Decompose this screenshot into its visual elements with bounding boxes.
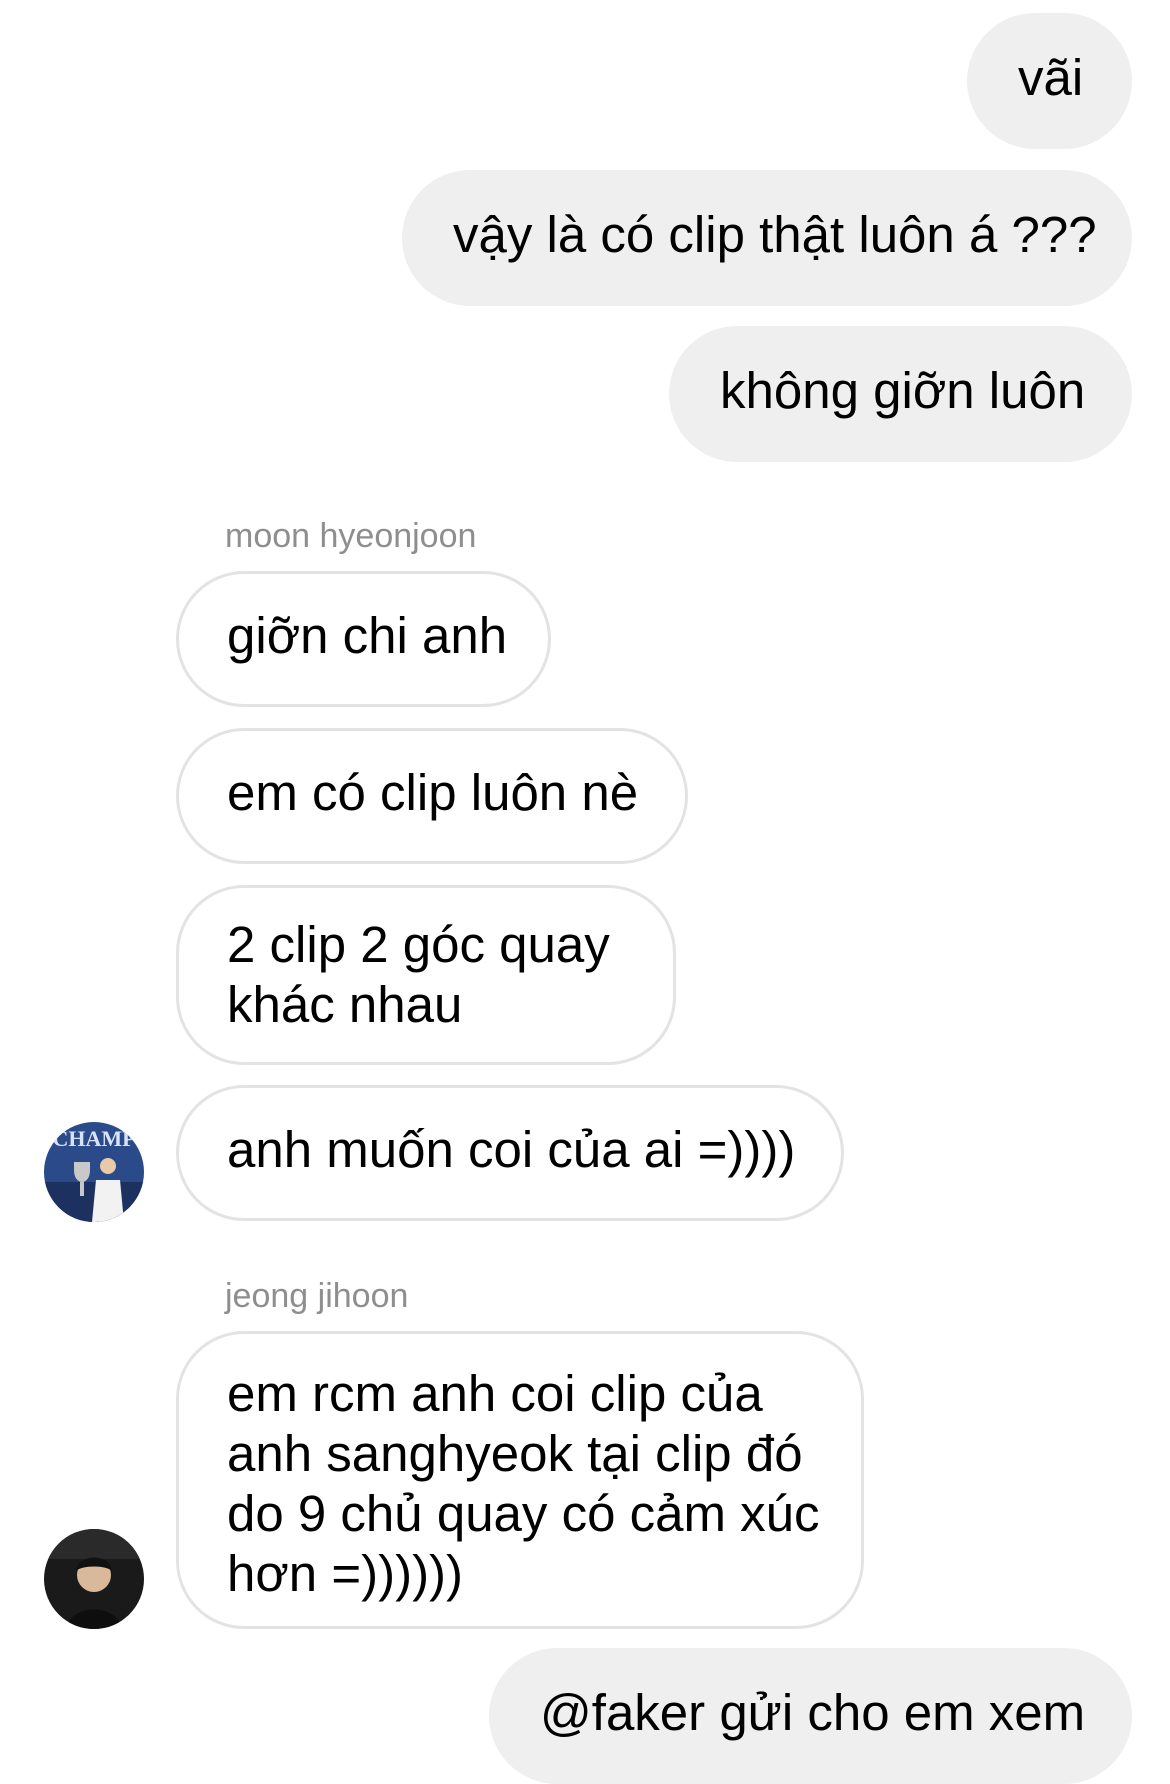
message-text: anh muốn coi của ai =)))) <box>227 1121 796 1178</box>
message-text: không giỡn luôn <box>720 362 1086 419</box>
incoming-message[interactable]: 2 clip 2 góc quay khác nhau <box>176 885 676 1065</box>
incoming-message[interactable]: em có clip luôn nè <box>176 728 688 864</box>
outgoing-message[interactable]: không giỡn luôn <box>669 326 1132 462</box>
dark-portrait-avatar-icon <box>44 1529 144 1629</box>
outgoing-message[interactable]: @faker gửi cho em xem <box>489 1648 1132 1784</box>
incoming-message[interactable]: anh muốn coi của ai =)))) <box>176 1085 844 1221</box>
outgoing-message[interactable]: vãi <box>967 13 1132 149</box>
message-text: vậy là có clip thật luôn á ??? <box>453 206 1097 263</box>
user-avatar[interactable] <box>44 1529 144 1629</box>
message-text: giỡn chi anh <box>227 607 508 664</box>
message-text: em có clip luôn nè <box>227 764 639 821</box>
message-text: vãi <box>1018 49 1084 106</box>
outgoing-message[interactable]: vậy là có clip thật luôn á ??? <box>402 170 1132 306</box>
message-text: @faker gửi cho em xem <box>540 1684 1086 1741</box>
svg-text:CHAMP: CHAMP <box>52 1126 135 1151</box>
message-text: 2 clip 2 góc quay khác nhau <box>227 916 610 1033</box>
incoming-message[interactable]: em rcm anh coi clip của anh sanghyeok tạ… <box>176 1331 864 1629</box>
incoming-message[interactable]: giỡn chi anh <box>176 571 551 707</box>
sender-name: moon hyeonjoon <box>225 517 477 555</box>
user-avatar[interactable]: CHAMP <box>44 1122 144 1222</box>
sender-name: jeong jihoon <box>225 1277 409 1315</box>
champion-trophy-avatar-icon: CHAMP <box>44 1122 144 1222</box>
message-text: em rcm anh coi clip của anh sanghyeok tạ… <box>227 1365 820 1602</box>
